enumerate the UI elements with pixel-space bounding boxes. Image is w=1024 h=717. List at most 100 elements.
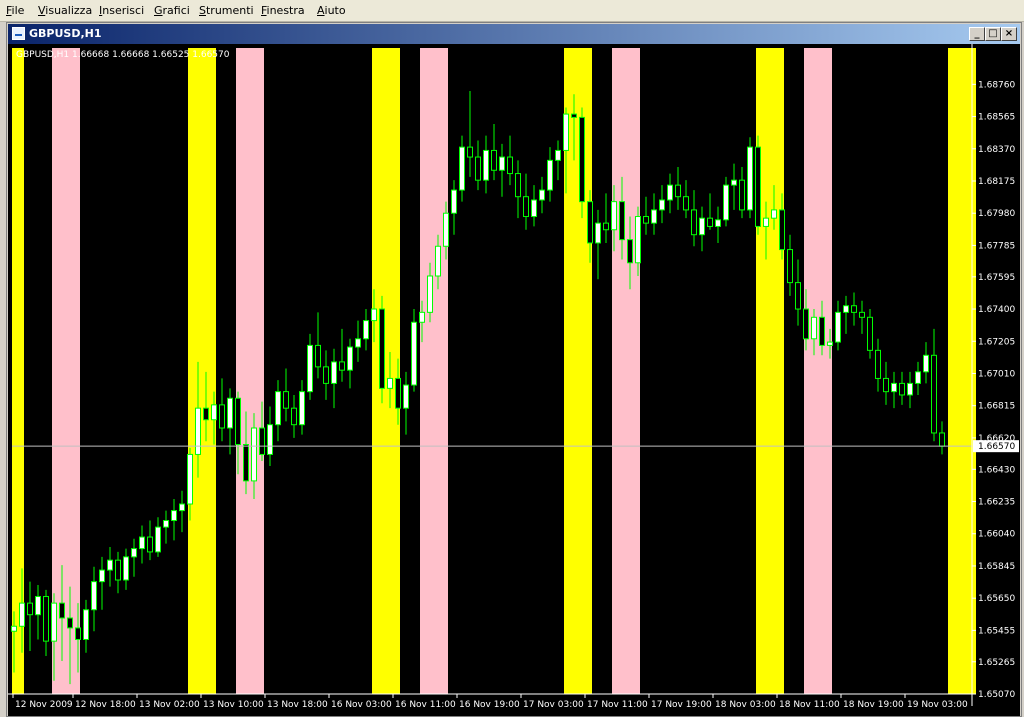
candle-body <box>939 432 945 447</box>
time-tick-label: 17 Nov 03:00 <box>523 700 584 710</box>
candle-body <box>83 609 89 640</box>
candle-body <box>35 596 41 616</box>
price-tick-label: 1.67010 <box>978 369 1015 379</box>
menu-inserisci[interactable]: Inserisci <box>99 4 144 17</box>
candle-body <box>651 209 657 224</box>
time-tick-label: 17 Nov 19:00 <box>651 700 712 710</box>
candle-body <box>899 382 905 396</box>
price-tick-label: 1.66815 <box>978 402 1015 412</box>
candle-body <box>131 548 137 558</box>
candle-body <box>611 201 617 231</box>
minimize-button[interactable]: _ <box>969 27 985 41</box>
session-band-pink <box>420 48 448 694</box>
session-band-pink <box>236 48 264 694</box>
current-price-label: 1.66570 <box>978 442 1015 452</box>
candle-body <box>707 217 713 227</box>
menu-file[interactable]: File <box>6 4 24 17</box>
candlestick-chart[interactable]: 1.68760 1.68565 1.68370 1.68175 1.67980 1.677… <box>8 44 1020 716</box>
candle-body <box>387 377 393 389</box>
candle-body <box>291 407 297 426</box>
price-tick-label: 1.65845 <box>978 562 1015 572</box>
candle-body <box>715 219 721 227</box>
candle-body <box>867 316 873 351</box>
candle-body <box>619 201 625 241</box>
candle-body <box>739 179 745 211</box>
candle-body <box>19 602 25 627</box>
price-tick-label: 1.67595 <box>978 273 1015 283</box>
candle-body <box>363 320 369 340</box>
candle-body <box>427 275 433 313</box>
candle-body <box>43 596 49 642</box>
candle-body <box>835 311 841 343</box>
menu-bar: File Visualizza Inserisci Grafici Strumenti F… <box>0 0 1024 22</box>
time-tick-label: 16 Nov 11:00 <box>395 700 456 710</box>
window-title: GBPUSD,H1 <box>29 27 102 40</box>
candle-body <box>523 196 529 218</box>
price-tick-label: 1.68760 <box>978 80 1015 90</box>
candle-body <box>579 116 585 203</box>
candle-body <box>747 146 753 211</box>
candle-body <box>323 366 329 384</box>
menu-grafici[interactable]: Grafici <box>154 4 190 17</box>
candle-body <box>595 222 601 244</box>
candle-body <box>627 239 633 264</box>
candle-body <box>755 146 761 227</box>
maximize-button[interactable]: □ <box>985 27 1001 41</box>
candle-body <box>187 453 193 505</box>
candle-body <box>811 316 817 340</box>
candle-body <box>787 249 793 284</box>
candle-body <box>155 526 161 553</box>
candle-body <box>547 159 553 191</box>
candle-body <box>643 216 649 224</box>
window-titlebar[interactable]: GBPUSD,H1 _ □ × <box>8 24 1020 44</box>
candle-body <box>883 377 889 393</box>
candle-body <box>763 217 769 227</box>
session-band-yellow <box>756 48 784 694</box>
menu-aiuto[interactable]: Aiuto <box>317 4 346 17</box>
candle-body <box>435 245 441 277</box>
candle-body <box>75 627 81 640</box>
candle-body <box>315 344 321 368</box>
price-tick-label: 1.68175 <box>978 177 1015 187</box>
candle-body <box>875 349 881 379</box>
candle-body <box>795 282 801 310</box>
close-button[interactable]: × <box>1001 27 1017 41</box>
price-tick-label: 1.66430 <box>978 465 1015 475</box>
time-tick-label: 13 Nov 18:00 <box>267 700 328 710</box>
time-tick-label: 12 Nov 2009 <box>15 700 73 710</box>
candle-body <box>675 184 681 198</box>
candle-body <box>235 397 241 446</box>
candle-body <box>299 391 305 426</box>
time-tick-label: 17 Nov 11:00 <box>587 700 648 710</box>
candle-body <box>203 407 209 421</box>
menu-finestra[interactable]: Finestra <box>261 4 305 17</box>
candle-body <box>571 113 577 118</box>
time-tick-label: 18 Nov 11:00 <box>779 700 840 710</box>
candle-body <box>107 559 113 571</box>
price-tick-label: 1.67980 <box>978 209 1015 219</box>
candle-body <box>459 146 465 191</box>
candle-body <box>603 222 609 231</box>
candle-body <box>683 196 689 211</box>
candle-body <box>227 397 233 429</box>
candle-body <box>507 156 513 175</box>
candle-body <box>147 536 153 553</box>
candle-body <box>699 217 705 236</box>
candle-body <box>171 510 177 522</box>
chart-area[interactable]: 1.68760 1.68565 1.68370 1.68175 1.67980 1.677… <box>8 44 1020 716</box>
candle-body <box>723 184 729 221</box>
price-tick-label: 1.66235 <box>978 498 1015 508</box>
menu-strumenti[interactable]: Strumenti <box>199 4 254 17</box>
menu-visualizza[interactable]: Visualizza <box>38 4 92 17</box>
chart-window-icon <box>12 27 25 40</box>
candle-body <box>499 156 505 171</box>
candle-body <box>259 427 265 455</box>
price-tick-label: 1.67785 <box>978 241 1015 251</box>
candle-body <box>379 308 385 389</box>
price-tick-label: 1.65070 <box>978 690 1015 700</box>
candle-body <box>339 361 345 371</box>
candle-body <box>67 617 73 629</box>
candle-body <box>395 377 401 409</box>
price-tick-label: 1.66040 <box>978 530 1015 540</box>
candle-body <box>267 424 273 455</box>
